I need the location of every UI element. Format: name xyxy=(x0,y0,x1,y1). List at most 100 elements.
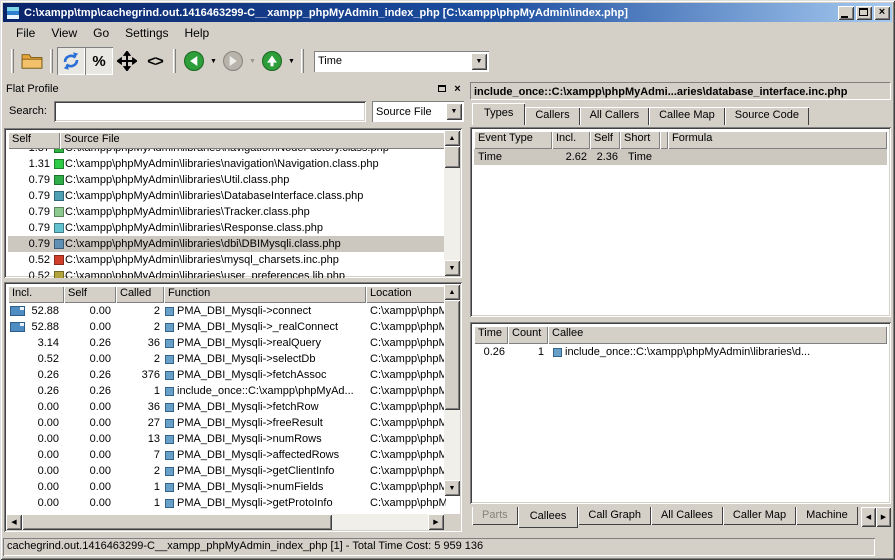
up-arrow-icon xyxy=(261,50,283,72)
search-input[interactable] xyxy=(54,101,366,122)
cycle-event-type-button[interactable] xyxy=(57,47,85,75)
menu-go[interactable]: Go xyxy=(85,24,117,42)
combo-dropdown-button[interactable]: ▼ xyxy=(446,103,462,120)
tab-call-graph[interactable]: Call Graph xyxy=(578,507,651,525)
toolbar-handle[interactable] xyxy=(11,49,14,73)
combo-dropdown-button[interactable]: ▼ xyxy=(471,53,487,70)
tab-callers[interactable]: Callers xyxy=(525,107,579,125)
scroll-down-button[interactable]: ▼ xyxy=(444,480,460,496)
file-type-icon xyxy=(54,191,64,201)
dock-title-bar[interactable]: Flat Profile × xyxy=(4,80,466,97)
column-header-self[interactable]: Self xyxy=(8,132,60,149)
close-button[interactable]: × xyxy=(874,6,890,20)
up-button[interactable] xyxy=(258,47,286,75)
table-row[interactable]: 0.000.002PMA_DBI_Mysqli->getClientInfoC:… xyxy=(8,463,446,479)
tab-all-callers[interactable]: All Callers xyxy=(580,107,650,125)
table-row[interactable]: 0.79C:\xampp\phpMyAdmin\libraries\Tracke… xyxy=(8,204,446,220)
tab-parts[interactable]: Parts xyxy=(472,507,518,525)
table-row[interactable]: 3.140.2636PMA_DBI_Mysqli->realQueryC:\xa… xyxy=(8,335,446,351)
table-row[interactable]: 0.000.001PMA_DBI_Mysqli->getProtoInfoC:\… xyxy=(8,495,446,511)
back-history-dropdown[interactable]: ▼ xyxy=(208,47,219,75)
table-row[interactable]: 0.52C:\xampp\phpMyAdmin\libraries\user_p… xyxy=(8,268,446,278)
table-row[interactable]: 0.79C:\xampp\phpMyAdmin\libraries\Databa… xyxy=(8,188,446,204)
scroll-left-button[interactable]: ◀ xyxy=(6,514,22,530)
horizontal-scrollbar[interactable]: ◀ ▶ xyxy=(6,514,444,530)
table-row[interactable]: 0.52C:\xampp\phpMyAdmin\libraries\mysql_… xyxy=(8,252,446,268)
grouping-combobox[interactable]: Source File ▼ xyxy=(372,101,464,122)
open-file-button[interactable] xyxy=(18,47,46,75)
expand-collapse-button[interactable]: <> xyxy=(141,47,169,75)
menu-file[interactable]: File xyxy=(8,24,43,42)
event-type-combobox[interactable]: Time ▼ xyxy=(314,51,489,72)
tab-all-callees[interactable]: All Callees xyxy=(651,507,723,525)
table-row[interactable]: 0.79C:\xampp\phpMyAdmin\libraries\Util.c… xyxy=(8,172,446,188)
scroll-up-button[interactable]: ▲ xyxy=(444,284,460,300)
table-row[interactable]: 0.000.007PMA_DBI_Mysqli->affectedRowsC:\… xyxy=(8,447,446,463)
forward-button[interactable] xyxy=(219,47,247,75)
column-header-location[interactable]: Location xyxy=(366,286,446,303)
tab-callees[interactable]: Callees xyxy=(518,507,579,528)
table-row[interactable]: 0.000.0027PMA_DBI_Mysqli->freeResultC:\x… xyxy=(8,415,446,431)
tab-caller-map[interactable]: Caller Map xyxy=(723,507,796,525)
title-bar[interactable]: C:\xampp\tmp\cachegrind.out.1416463299-C… xyxy=(3,3,892,22)
column-header-self[interactable]: Self xyxy=(590,131,620,149)
table-row[interactable]: 0.260.26376PMA_DBI_Mysqli->fetchAssocC:\… xyxy=(8,367,446,383)
self-value: 1.31 xyxy=(8,156,54,172)
dock-close-button[interactable]: × xyxy=(451,83,464,95)
menu-help[interactable]: Help xyxy=(177,24,218,42)
column-header-short[interactable]: Short xyxy=(620,131,660,149)
column-header-source-file[interactable]: Source File xyxy=(60,132,446,149)
tab-source-code[interactable]: Source Code xyxy=(725,107,809,125)
scroll-down-button[interactable]: ▼ xyxy=(444,260,460,276)
table-row[interactable]: Time2.622.36Time xyxy=(474,149,887,165)
function-name: PMA_DBI_Mysqli->numFields xyxy=(177,479,323,495)
column-header-callee[interactable]: Callee xyxy=(548,326,887,344)
column-header-formula[interactable]: Formula xyxy=(668,131,887,149)
menu-view[interactable]: View xyxy=(43,24,85,42)
up-history-dropdown[interactable]: ▼ xyxy=(286,47,297,75)
tab-callee-map[interactable]: Callee Map xyxy=(649,107,725,125)
column-header-self[interactable]: Self xyxy=(64,286,116,303)
tab-scroll-right-button[interactable]: ▶ xyxy=(876,507,891,527)
table-row[interactable]: 0.79C:\xampp\phpMyAdmin\libraries\Respon… xyxy=(8,220,446,236)
column-header-incl[interactable]: Incl. xyxy=(552,131,590,149)
scrollbar-thumb[interactable] xyxy=(22,514,332,530)
table-row[interactable]: 0.79C:\xampp\phpMyAdmin\libraries\dbi\DB… xyxy=(8,236,446,252)
table-row[interactable]: 52.880.002PMA_DBI_Mysqli->_realConnectC:… xyxy=(8,319,446,335)
table-row[interactable]: 1.37C:\xampp\phpMyAdmin\libraries\naviga… xyxy=(8,149,446,156)
maximize-button[interactable] xyxy=(856,6,872,20)
column-header-event-type[interactable]: Event Type xyxy=(474,131,552,149)
column-header-incl[interactable]: Incl. xyxy=(8,286,64,303)
column-header-time[interactable]: Time xyxy=(474,326,508,344)
scroll-up-button[interactable]: ▲ xyxy=(444,130,460,146)
menu-settings[interactable]: Settings xyxy=(117,24,176,42)
column-header-function[interactable]: Function xyxy=(164,286,366,303)
tab-machine[interactable]: Machine xyxy=(796,507,858,525)
tab-types[interactable]: Types xyxy=(472,103,525,125)
vertical-scrollbar[interactable]: ▲ ▼ xyxy=(444,284,460,496)
forward-history-dropdown[interactable]: ▼ xyxy=(247,47,258,75)
dock-layout-button[interactable] xyxy=(113,47,141,75)
tab-scroll-left-button[interactable]: ◀ xyxy=(861,507,876,527)
called-value: 13 xyxy=(116,431,164,447)
scrollbar-thumb[interactable] xyxy=(444,146,460,168)
column-header-called[interactable]: Called xyxy=(116,286,164,303)
vertical-scrollbar[interactable]: ▲ ▼ xyxy=(444,130,460,276)
table-row[interactable]: 1.31C:\xampp\phpMyAdmin\libraries\naviga… xyxy=(8,156,446,172)
scrollbar-thumb[interactable] xyxy=(444,300,460,410)
table-row[interactable]: 0.000.0013PMA_DBI_Mysqli->numRowsC:\xamp… xyxy=(8,431,446,447)
incl-cell: 3.14 xyxy=(8,335,64,351)
back-button[interactable] xyxy=(180,47,208,75)
table-row[interactable]: 52.880.002PMA_DBI_Mysqli->connectC:\xamp… xyxy=(8,303,446,319)
table-row[interactable]: 0.000.0036PMA_DBI_Mysqli->fetchRowC:\xam… xyxy=(8,399,446,415)
table-row[interactable]: 0.000.001PMA_DBI_Mysqli->numFieldsC:\xam… xyxy=(8,479,446,495)
column-header-count[interactable]: Count xyxy=(508,326,548,344)
relative-percent-button[interactable]: % xyxy=(85,47,113,75)
incl-cell: 0.52 xyxy=(8,351,64,367)
minimize-button[interactable] xyxy=(838,6,854,20)
dock-float-button[interactable] xyxy=(435,83,448,95)
table-row[interactable]: 0.520.002PMA_DBI_Mysqli->selectDbC:\xamp… xyxy=(8,351,446,367)
table-row[interactable]: 0.260.261include_once::C:\xampp\phpMyAd.… xyxy=(8,383,446,399)
scroll-right-button[interactable]: ▶ xyxy=(428,514,444,530)
table-row[interactable]: 0.261include_once::C:\xampp\phpMyAdmin\l… xyxy=(474,344,887,360)
